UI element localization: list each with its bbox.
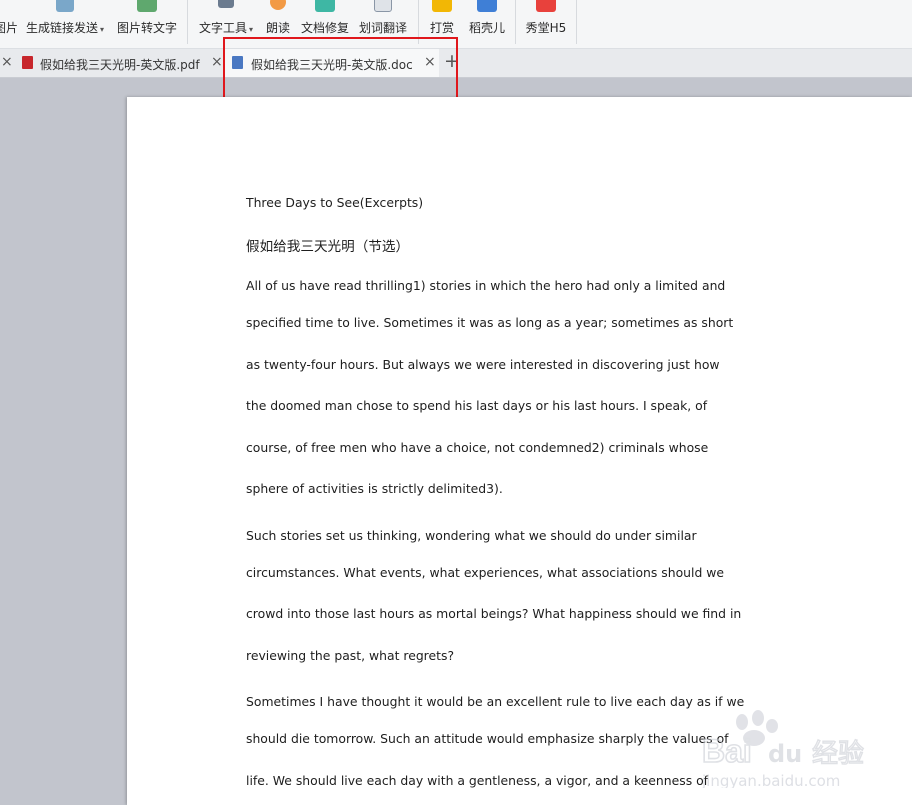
baidu-jingyan-watermark: Bai du 经验 jingyan.baidu.com bbox=[701, 710, 865, 788]
text-tools-icon bbox=[218, 0, 234, 8]
doc-line: Such stories set us thinking, wondering … bbox=[246, 528, 697, 543]
text-tools-label: 文字工具 bbox=[198, 21, 247, 35]
doc-title-chinese: 假如给我三天光明（节选） bbox=[246, 239, 410, 255]
reward-icon bbox=[432, 0, 452, 12]
docer-label: 稻壳儿 bbox=[468, 21, 505, 35]
document-repair-icon bbox=[315, 0, 335, 12]
qr-link-icon bbox=[56, 0, 74, 12]
doc-line: Sometimes I have thought it would be an … bbox=[246, 694, 745, 709]
watermark-brand: Bai bbox=[702, 733, 752, 769]
docer-button[interactable]: 稻壳儿 bbox=[465, 0, 509, 46]
doc-line: specified time to live. Sometimes it was… bbox=[246, 315, 734, 330]
doc-line: should die tomorrow. Such an attitude wo… bbox=[246, 731, 729, 746]
word-translate-label: 划词翻译 bbox=[358, 21, 407, 35]
image-to-text-button[interactable]: 图片转文字 bbox=[114, 0, 180, 46]
doc-line: crowd into those last hours as mortal be… bbox=[246, 606, 742, 621]
xiutang-h5-button[interactable]: 秀堂H5 bbox=[522, 0, 570, 46]
doc-line: reviewing the past, what regrets? bbox=[246, 648, 455, 663]
doc-line: life. We should live each day with a gen… bbox=[246, 773, 709, 788]
generate-link-send-label: 生成链接发送 bbox=[25, 21, 98, 35]
close-icon[interactable]: × bbox=[1, 54, 13, 70]
image-text-icon bbox=[137, 0, 157, 12]
toolbar-separator bbox=[576, 0, 577, 44]
tab-pdf-label: 假如给我三天光明-英文版.pdf bbox=[40, 58, 200, 72]
highlight-box bbox=[223, 37, 458, 101]
chevron-down-icon: ▾ bbox=[249, 25, 254, 34]
xiutang-icon bbox=[536, 0, 556, 12]
tab-pdf-document[interactable]: 假如给我三天光明-英文版.pdf × bbox=[14, 49, 224, 77]
xiutang-h5-label: 秀堂H5 bbox=[525, 21, 567, 35]
doc-line: course, of free men who have a choice, n… bbox=[246, 440, 709, 455]
tip-label: 打赏 bbox=[429, 21, 454, 35]
watermark-url: jingyan.baidu.com bbox=[701, 772, 840, 788]
doc-line: All of us have read thrilling1) stories … bbox=[246, 278, 726, 293]
microphone-icon bbox=[270, 0, 286, 10]
picture-label: 图片 bbox=[0, 21, 19, 35]
read-aloud-label: 朗读 bbox=[265, 21, 290, 35]
doc-line: sphere of activities is strictly delimit… bbox=[246, 481, 503, 496]
toolbar-separator bbox=[515, 0, 516, 44]
translate-icon bbox=[374, 0, 392, 12]
doc-title-english: Three Days to See(Excerpts) bbox=[246, 195, 424, 210]
doc-line: the doomed man chose to spend his last d… bbox=[246, 398, 708, 413]
generate-link-send-button[interactable]: 生成链接发送 ▾ bbox=[22, 0, 108, 46]
image-to-text-label: 图片转文字 bbox=[116, 21, 177, 35]
watermark-brand-cn: 经验 bbox=[812, 739, 864, 769]
watermark-brand-paw: du bbox=[768, 740, 802, 768]
document-repair-label: 文档修复 bbox=[300, 21, 349, 35]
doc-line: circumstances. What events, what experie… bbox=[246, 565, 725, 580]
close-icon[interactable]: × bbox=[211, 54, 223, 70]
toolbar-separator bbox=[187, 0, 188, 44]
pdf-file-icon bbox=[22, 56, 33, 69]
picture-button[interactable]: 图片 bbox=[0, 0, 18, 46]
chevron-down-icon: ▾ bbox=[100, 25, 105, 34]
doc-line: as twenty-four hours. But always we were… bbox=[246, 357, 720, 372]
docer-icon bbox=[477, 0, 497, 12]
